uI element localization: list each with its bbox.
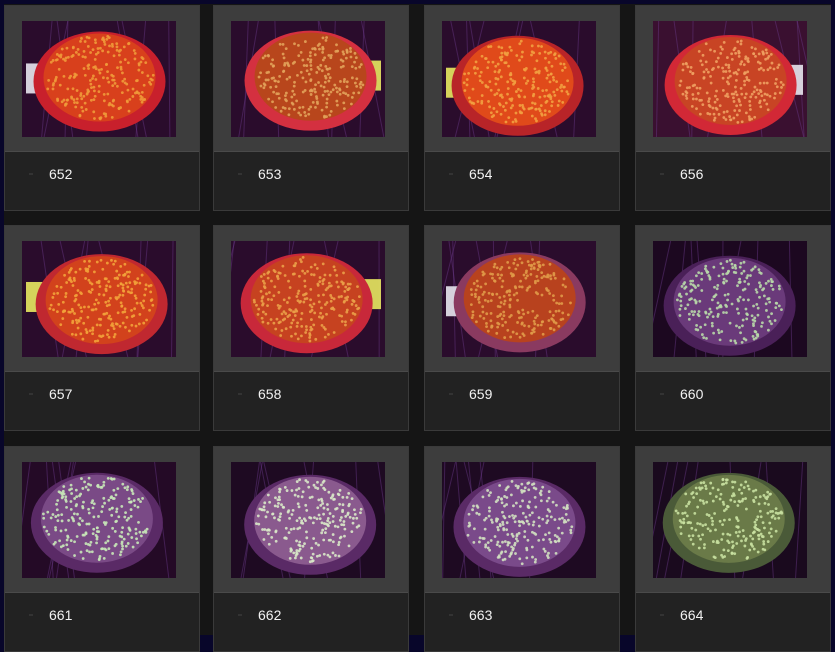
thumbnail-frame[interactable] bbox=[214, 226, 408, 372]
gallery-card[interactable]: 652 bbox=[4, 5, 200, 211]
item-marker bbox=[449, 393, 453, 395]
thumbnail-frame[interactable] bbox=[5, 226, 199, 372]
item-marker bbox=[238, 393, 242, 395]
item-number-label: 664 bbox=[680, 607, 703, 623]
thumbnail-image[interactable] bbox=[442, 21, 596, 137]
gallery-card[interactable]: 657 bbox=[4, 225, 200, 431]
item-marker bbox=[449, 173, 453, 175]
thumbnail-image[interactable] bbox=[231, 241, 385, 357]
gallery-card[interactable]: 663 bbox=[424, 446, 620, 652]
item-number-label: 652 bbox=[49, 166, 72, 182]
item-number-label: 663 bbox=[469, 607, 492, 623]
thumbnail-frame[interactable] bbox=[425, 226, 619, 372]
gallery-card[interactable]: 660 bbox=[635, 225, 831, 431]
item-marker bbox=[29, 173, 33, 175]
item-marker bbox=[238, 173, 242, 175]
item-marker bbox=[238, 614, 242, 616]
item-marker bbox=[660, 614, 664, 616]
thumbnail-image[interactable] bbox=[653, 241, 807, 357]
thumbnail-image[interactable] bbox=[653, 21, 807, 137]
orange-coral-photo bbox=[22, 21, 176, 137]
orange-coral-photo bbox=[442, 21, 596, 137]
gallery-card[interactable]: 653 bbox=[213, 5, 409, 211]
gallery-card[interactable]: 662 bbox=[213, 446, 409, 652]
green-purple-coral-photo bbox=[22, 462, 176, 578]
item-number-label: 660 bbox=[680, 386, 703, 402]
green-purple-coral-photo bbox=[653, 241, 807, 357]
item-number-label: 653 bbox=[258, 166, 281, 182]
item-number-label: 656 bbox=[680, 166, 703, 182]
item-marker bbox=[449, 614, 453, 616]
thumbnail-frame[interactable] bbox=[425, 447, 619, 593]
thumbnail-image[interactable] bbox=[231, 21, 385, 137]
thumbnail-frame[interactable] bbox=[636, 226, 830, 372]
thumbnail-frame[interactable] bbox=[214, 447, 408, 593]
orange-coral-photo bbox=[22, 241, 176, 357]
gallery-card[interactable]: 659 bbox=[424, 225, 620, 431]
thumbnail-image[interactable] bbox=[22, 21, 176, 137]
thumbnail-frame[interactable] bbox=[5, 447, 199, 593]
thumbnail-frame[interactable] bbox=[636, 6, 830, 152]
gallery-card[interactable]: 654 bbox=[424, 5, 620, 211]
orange-coral-photo bbox=[231, 21, 385, 137]
item-marker bbox=[660, 393, 664, 395]
gallery-card[interactable]: 664 bbox=[635, 446, 831, 652]
item-number-label: 654 bbox=[469, 166, 492, 182]
item-number-label: 659 bbox=[469, 386, 492, 402]
item-number-label: 657 bbox=[49, 386, 72, 402]
green-purple-coral-photo bbox=[442, 462, 596, 578]
item-marker bbox=[29, 393, 33, 395]
green-purple-coral-photo bbox=[653, 462, 807, 578]
orange-coral-photo bbox=[653, 21, 807, 137]
green-purple-coral-photo bbox=[231, 462, 385, 578]
thumbnail-frame[interactable] bbox=[5, 6, 199, 152]
thumbnail-image[interactable] bbox=[22, 462, 176, 578]
thumbnail-frame[interactable] bbox=[214, 6, 408, 152]
thumbnail-image[interactable] bbox=[231, 462, 385, 578]
item-number-label: 661 bbox=[49, 607, 72, 623]
thumbnail-image[interactable] bbox=[22, 241, 176, 357]
orange-coral-photo bbox=[442, 241, 596, 357]
item-number-label: 658 bbox=[258, 386, 281, 402]
thumbnail-image[interactable] bbox=[442, 241, 596, 357]
item-marker bbox=[29, 614, 33, 616]
gallery-card[interactable]: 658 bbox=[213, 225, 409, 431]
orange-coral-photo bbox=[231, 241, 385, 357]
gallery-card[interactable]: 661 bbox=[4, 446, 200, 652]
photo-gallery-grid: 652 653 654 656 657 658 659 660 661 662 663 664 bbox=[4, 4, 831, 635]
thumbnail-frame[interactable] bbox=[636, 447, 830, 593]
gallery-card[interactable]: 656 bbox=[635, 5, 831, 211]
thumbnail-frame[interactable] bbox=[425, 6, 619, 152]
item-number-label: 662 bbox=[258, 607, 281, 623]
item-marker bbox=[660, 173, 664, 175]
thumbnail-image[interactable] bbox=[653, 462, 807, 578]
thumbnail-image[interactable] bbox=[442, 462, 596, 578]
